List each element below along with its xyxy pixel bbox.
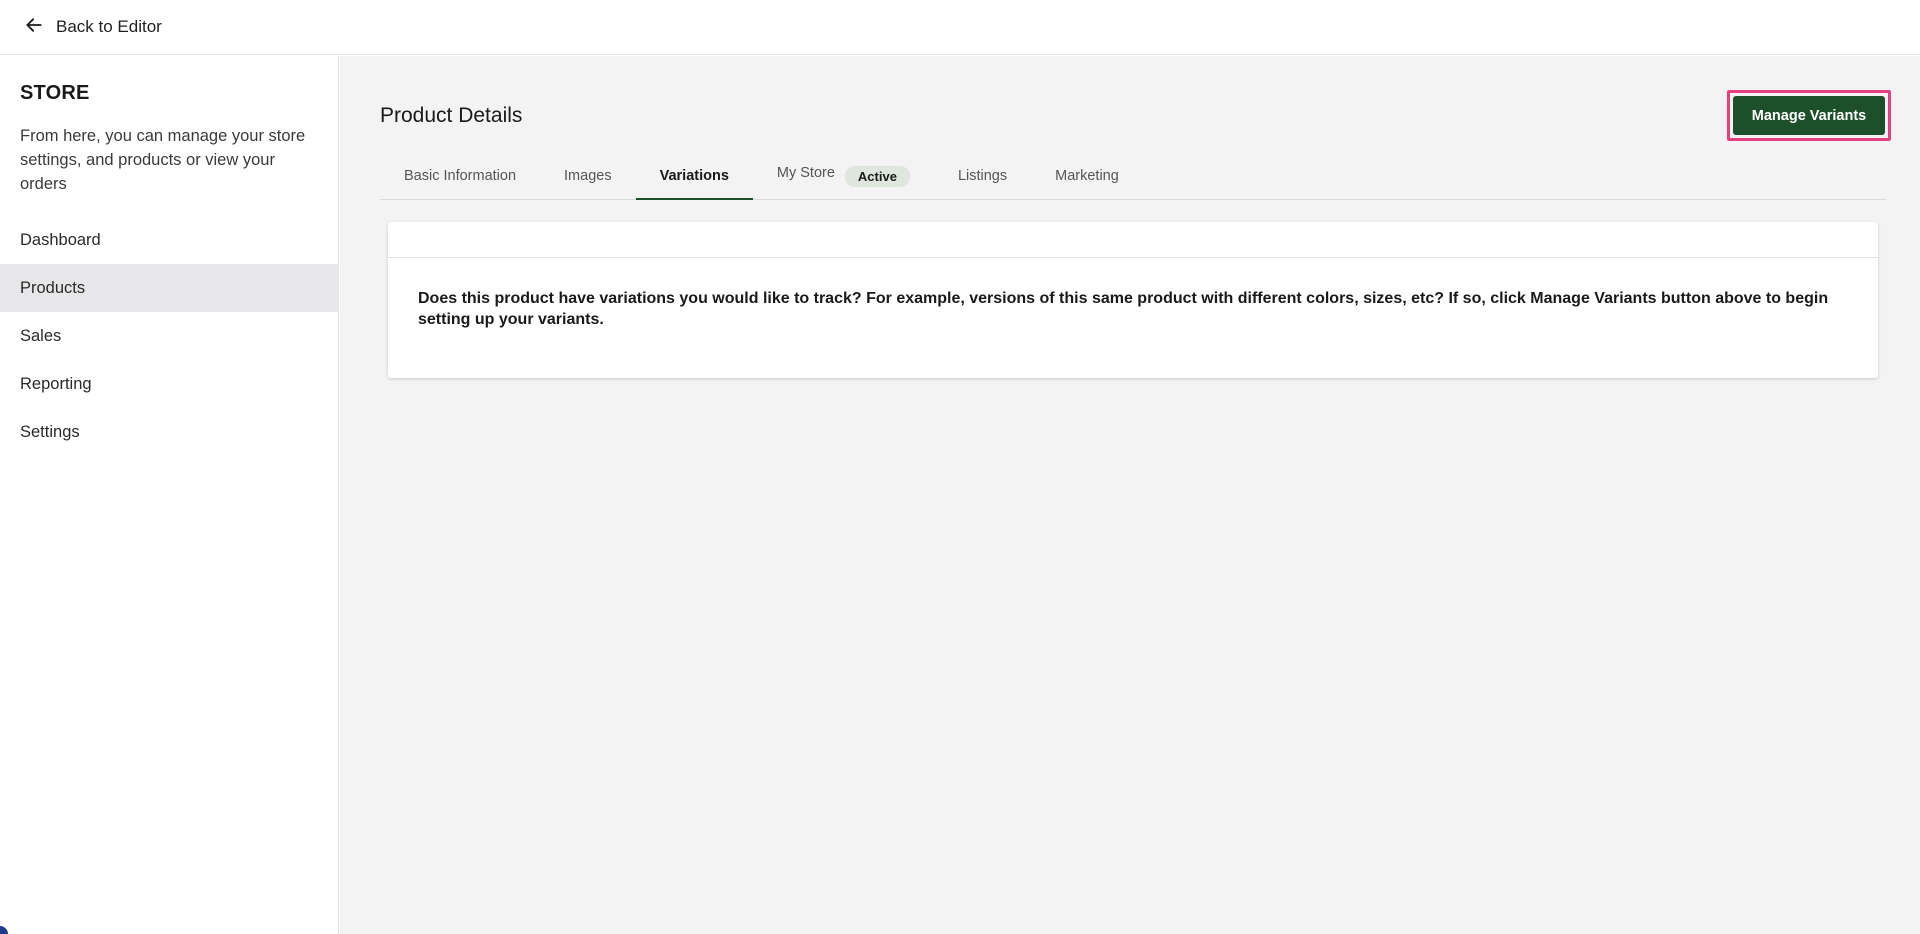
tab-listings[interactable]: Listings	[934, 153, 1031, 199]
main-content: Product Details Manage Variants Basic In…	[340, 56, 1920, 934]
arrow-left-icon	[24, 15, 44, 40]
tab-my-store[interactable]: My Store Active	[753, 153, 934, 199]
sidebar-item-products[interactable]: Products	[0, 264, 339, 312]
sidebar-item-dashboard[interactable]: Dashboard	[0, 216, 339, 264]
back-to-editor-link[interactable]: Back to Editor	[24, 15, 162, 40]
variations-card: Does this product have variations you wo…	[388, 222, 1878, 378]
sidebar-nav: Dashboard Products Sales Reporting Setti…	[0, 216, 339, 456]
tab-variations[interactable]: Variations	[635, 153, 754, 200]
manage-variants-highlight: Manage Variants	[1727, 90, 1891, 141]
sidebar-item-settings[interactable]: Settings	[0, 408, 339, 456]
variations-message: Does this product have variations you wo…	[418, 290, 1829, 328]
page-title: Product Details	[380, 104, 523, 127]
sidebar-title: STORE	[20, 82, 90, 104]
card-header	[388, 222, 1878, 258]
manage-variants-button[interactable]: Manage Variants	[1733, 96, 1885, 135]
tab-basic-information[interactable]: Basic Information	[380, 153, 540, 199]
tab-images[interactable]: Images	[540, 153, 636, 199]
back-to-editor-label: Back to Editor	[56, 17, 162, 36]
tab-marketing[interactable]: Marketing	[1031, 153, 1143, 199]
corner-decoration	[0, 926, 8, 934]
status-badge: Active	[844, 165, 910, 187]
top-bar: Back to Editor	[0, 0, 1920, 55]
tab-my-store-label: My Store	[776, 165, 835, 181]
sidebar-description: From here, you can manage your store set…	[20, 127, 306, 193]
sidebar: STORE From here, you can manage your sto…	[0, 56, 339, 934]
sidebar-item-sales[interactable]: Sales	[0, 312, 339, 360]
sidebar-item-reporting[interactable]: Reporting	[0, 360, 339, 408]
product-tabs: Basic Information Images Variations My S…	[380, 154, 1886, 200]
